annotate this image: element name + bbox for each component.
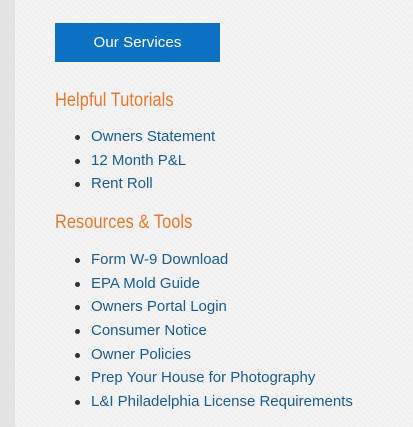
our-services-button[interactable]: Our Services xyxy=(55,23,220,62)
list-item: Rent Roll xyxy=(73,172,215,196)
epa-mold-guide-link[interactable]: EPA Mold Guide xyxy=(91,275,200,292)
sidebar-panel: Our Services Helpful Tutorials Owners St… xyxy=(15,0,413,427)
owners-statement-link[interactable]: Owners Statement xyxy=(91,128,215,145)
bullet-icon xyxy=(75,305,80,311)
list-item: Owners Statement xyxy=(73,125,215,149)
list-item: Consumer Notice xyxy=(73,319,353,343)
list-item: Owners Portal Login xyxy=(73,295,353,319)
resources-list: Form W-9 Download EPA Mold Guide Owners … xyxy=(73,248,353,414)
bullet-icon xyxy=(75,352,80,358)
bullet-icon xyxy=(75,376,80,382)
bullet-icon xyxy=(75,329,80,335)
list-item: L&I Philadelphia License Requirements xyxy=(73,390,353,414)
bullet-icon xyxy=(75,135,80,140)
bullet-icon xyxy=(75,281,80,287)
prep-house-photography-link[interactable]: Prep Your House for Photography xyxy=(91,369,315,386)
owner-policies-link[interactable]: Owner Policies xyxy=(91,346,191,363)
bullet-icon xyxy=(75,400,80,406)
bullet-icon xyxy=(75,258,80,263)
bullet-icon xyxy=(75,182,80,188)
li-philadelphia-license-link[interactable]: L&I Philadelphia License Requirements xyxy=(91,393,353,410)
tutorials-list: Owners Statement 12 Month P&L Rent Roll xyxy=(73,125,215,196)
list-item: Prep Your House for Photography xyxy=(73,366,353,390)
12-month-pl-link[interactable]: 12 Month P&L xyxy=(91,152,186,169)
bullet-icon xyxy=(75,158,80,164)
consumer-notice-link[interactable]: Consumer Notice xyxy=(91,322,207,339)
form-w9-download-link[interactable]: Form W-9 Download xyxy=(91,251,228,268)
list-item: EPA Mold Guide xyxy=(73,272,353,296)
list-item: 12 Month P&L xyxy=(73,149,215,173)
owners-portal-login-link[interactable]: Owners Portal Login xyxy=(91,298,227,315)
resources-tools-heading: Resources & Tools xyxy=(55,212,193,233)
list-item: Owner Policies xyxy=(73,343,353,367)
helpful-tutorials-heading: Helpful Tutorials xyxy=(55,90,174,111)
rent-roll-link[interactable]: Rent Roll xyxy=(91,175,153,192)
list-item: Form W-9 Download xyxy=(73,248,353,272)
